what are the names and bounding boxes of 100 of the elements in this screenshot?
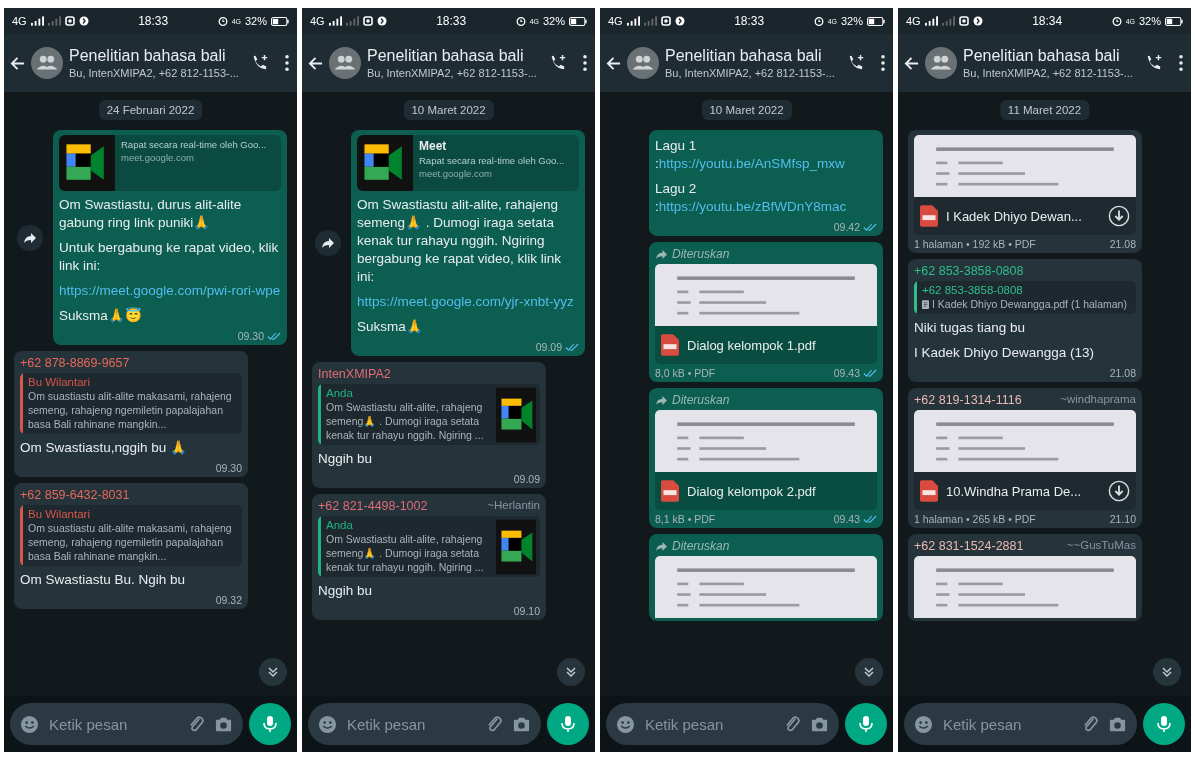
preview-title: Meet [419,139,448,153]
link-preview[interactable]: Rapat secara real-time oleh Goo... meet.google.com [59,135,281,191]
sender-name[interactable]: +62 853-3858-0808 [914,264,1024,278]
document-row[interactable]: I Kadek Dhiyo Dewan... [914,197,1136,235]
link[interactable]: https://meet.google.com/pwi-rori-wpe [59,282,281,300]
document-name: Dialog kelompok 1.pdf [687,337,817,353]
message-time: 09.43 [833,367,860,379]
menu-icon[interactable] [881,55,885,71]
add-call-icon[interactable] [847,54,865,72]
message-input[interactable]: Ketik pesan [47,714,179,734]
signal-icon [328,16,342,26]
scroll-down-button[interactable] [557,658,585,686]
scroll-down-button[interactable] [855,658,883,686]
sender-name[interactable]: IntenXMIPA2 [318,367,391,381]
group-avatar-icon[interactable] [627,47,659,79]
message-field[interactable]: Ketik pesan [606,703,839,745]
share-button[interactable] [315,230,341,256]
chat-title[interactable]: Penelitian bahasa bali [69,47,245,65]
voice-message-button[interactable] [1143,703,1185,745]
sender-name[interactable]: +62 831-1524-2881 [914,539,1024,553]
message-field[interactable]: Ketik pesan [904,703,1137,745]
scroll-down-button[interactable] [259,658,287,686]
menu-icon[interactable] [583,55,587,71]
message-input[interactable]: Ketik pesan [345,714,477,734]
signal-icon [626,16,640,26]
notification-icon [674,16,685,26]
attach-icon[interactable] [1081,714,1100,734]
link[interactable]: https://meet.google.com/yjr-xnbt-yyz [357,293,579,311]
clock: 18:33 [138,14,169,28]
quote-text: Om suastiastu alit-alite makasami, rahajeng semeng, rahajeng ngemiletin papalajahan basa Bali rahinane mangkin... [28,521,233,563]
message-text: Om Swastiastu, durus alit-alite gabung ring link puniki🙏 [59,196,243,232]
voice-message-button[interactable] [547,703,589,745]
signal-icon [47,16,61,26]
download-button[interactable] [1108,480,1130,502]
message-text: Om Swastiastu alit-alite, rahajeng semeng🙏 . Dumogi iraga setata kenak tur rahayu nggih. Ngiring bergabung ke rapat video, klik link ini: [357,196,563,286]
forward-icon [655,248,668,260]
link-preview[interactable]: Meet Rapat secara real-time oleh Goo... meet.google.com [357,135,579,191]
download-icon [1108,480,1130,502]
attach-icon[interactable] [187,714,206,734]
add-call-icon[interactable] [1145,54,1163,72]
back-icon[interactable] [10,55,25,71]
sender-name[interactable]: +62 878-8869-9657 [20,356,130,370]
attach-icon[interactable] [485,714,504,734]
message-field[interactable]: Ketik pesan [10,703,243,745]
group-avatar-icon[interactable] [925,47,957,79]
message-field[interactable]: Ketik pesan [308,703,541,745]
add-call-icon[interactable] [251,54,269,72]
add-call-icon[interactable] [549,54,567,72]
clock: 18:33 [734,14,765,28]
sender-name[interactable]: +62 859-6432-8031 [20,488,130,502]
attach-icon[interactable] [783,714,802,734]
preview-domain: meet.google.com [121,152,195,163]
forward-icon [655,540,668,552]
back-icon[interactable] [606,55,621,71]
notification-icon [660,16,671,26]
chat-members: Bu, IntenXMIPA2, +62 812-1153-... [367,67,538,79]
group-avatar-icon[interactable] [31,47,63,79]
video-camera-logo-icon [59,135,115,191]
voice-message-button[interactable] [249,703,291,745]
quoted-message[interactable]: Bu Wilantari Om suastiastu alit-alite makasami, rahajeng semeng, rahajeng ngemiletin papalajahan basa Bali rahinane mangkin... [20,373,242,434]
signal-icon [345,16,359,26]
message-text: Om Swastiastu Bu. Ngih bu [20,571,187,589]
quoted-message[interactable]: Anda Om Swastiastu alit-alite, rahajeng semeng🙏 . Dumogi iraga setata kenak tur rahayu nggih. Ngiring ... [318,384,540,445]
file-info: 1 halaman • 192 kB • PDF [914,238,1036,250]
quoted-message[interactable]: Anda Om Swastiastu alit-alite, rahajeng semeng🙏 . Dumogi iraga setata kenak tur rahayu nggih. Ngiring ... [318,516,540,577]
quoted-message[interactable]: +62 853-3858-0808 I Kadek Dhiyo Dewangga.pdf (1 halaman) [914,281,1136,314]
scroll-down-button[interactable] [1153,658,1181,686]
chat-members: Bu, IntenXMIPA2, +62 812-1153-... [963,67,1134,79]
sender-name[interactable]: +62 819-1314-1116 [914,393,1022,407]
back-icon[interactable] [308,55,323,71]
share-button[interactable] [17,224,43,251]
emoji-icon[interactable] [318,714,337,734]
emoji-icon[interactable] [616,714,635,734]
chat-title[interactable]: Penelitian bahasa bali [367,47,543,65]
message-time: 21.08 [1109,238,1136,250]
emoji-icon[interactable] [914,714,933,734]
message-text: Niki tugas tiang bu [914,319,1027,337]
menu-icon[interactable] [1179,55,1183,71]
message-time: 09.30 [215,462,242,474]
message-input[interactable]: Ketik pesan [643,714,775,734]
forwarded-label: Diteruskan [672,393,730,407]
back-icon[interactable] [904,55,919,71]
emoji-icon[interactable] [20,714,39,734]
date-chip: 11 Maret 2022 [999,100,1090,120]
sender-name[interactable]: +62 821-4498-1002 [318,499,428,513]
quoted-message[interactable]: Bu Wilantari Om suastiastu alit-alite makasami, rahajeng semeng, rahajeng ngemiletin papalajahan basa Bali rahinane mangkin... [20,505,242,566]
message-text: Nggih bu [318,582,374,600]
document-row[interactable]: Dialog kelompok 1.pdf [655,326,877,364]
group-avatar-icon[interactable] [329,47,361,79]
download-button[interactable] [1108,205,1130,227]
document-row[interactable]: 10.Windha Prama De... [914,472,1136,510]
menu-icon[interactable] [285,55,289,71]
document-row[interactable]: Dialog kelompok 2.pdf [655,472,877,510]
mic-icon [260,714,280,734]
alarm-icon [217,16,228,26]
sender-alias: ~~GusTuMas [1066,539,1136,553]
message-input[interactable]: Ketik pesan [941,714,1073,734]
chat-title[interactable]: Penelitian bahasa bali [665,47,841,65]
chat-title[interactable]: Penelitian bahasa bali [963,47,1139,65]
voice-message-button[interactable] [845,703,887,745]
